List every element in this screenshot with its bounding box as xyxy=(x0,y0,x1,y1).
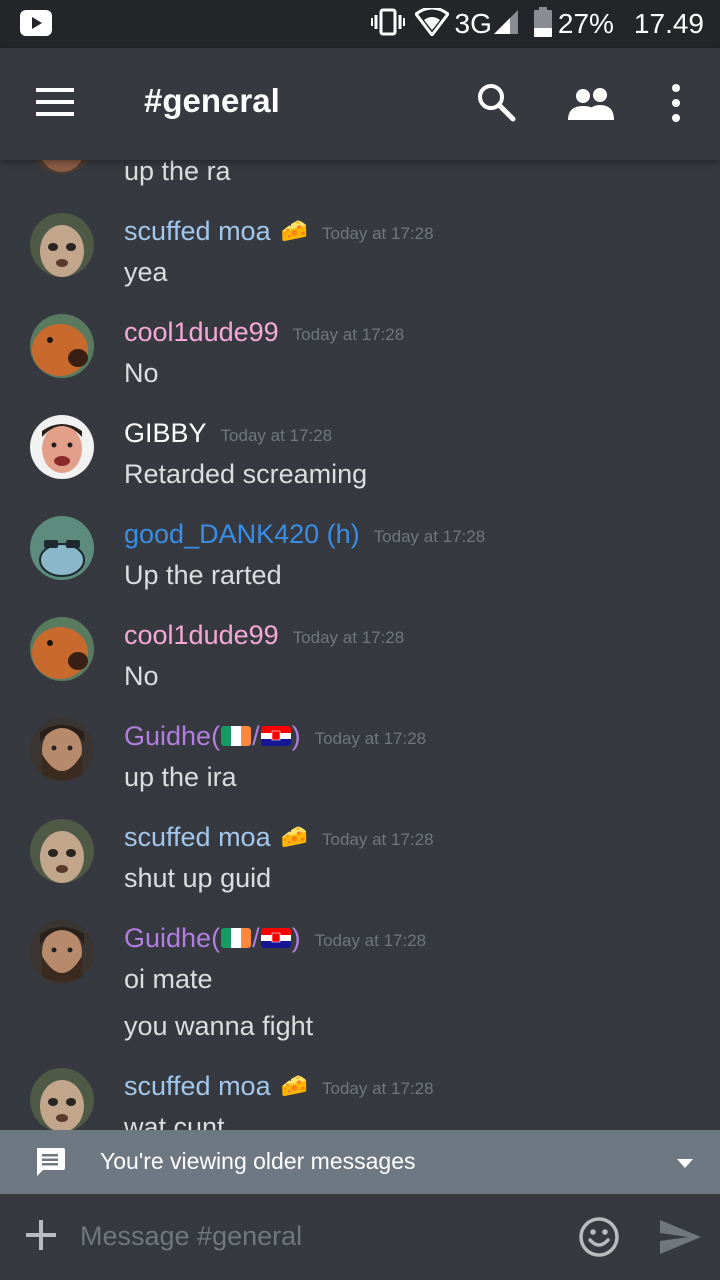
message-text: Up the rarted xyxy=(124,560,282,590)
username[interactable]: scuffed moa xyxy=(124,1071,271,1102)
search-icon[interactable] xyxy=(476,82,516,122)
message: scuffed moa 🧀 Today at 17:28 wat cunt xyxy=(0,1068,720,1130)
message-text: up the ira xyxy=(124,762,237,792)
message-text: wat cunt xyxy=(124,1112,225,1130)
channel-header: #general xyxy=(0,48,720,160)
message-input[interactable] xyxy=(80,1216,560,1256)
message-text: No xyxy=(124,358,159,388)
cheese-emoji: 🧀 xyxy=(280,824,308,850)
timestamp: Today at 17:28 xyxy=(322,830,434,849)
username[interactable]: scuffed moa xyxy=(124,822,271,853)
avatar[interactable] xyxy=(30,819,94,883)
battery-icon xyxy=(533,7,552,41)
avatar[interactable] xyxy=(30,920,94,984)
message-text: shut up guid xyxy=(124,863,272,893)
avatar[interactable] xyxy=(30,617,94,681)
username-prefix: Guidhe( xyxy=(124,720,221,751)
youtube-icon xyxy=(20,10,52,40)
chat-bubble-icon xyxy=(34,1146,66,1182)
username[interactable]: cool1dude99 xyxy=(124,317,279,348)
avatar[interactable] xyxy=(30,415,94,479)
avatar[interactable] xyxy=(30,516,94,580)
message-composer xyxy=(0,1194,720,1280)
older-messages-banner[interactable]: You're viewing older messages xyxy=(0,1130,720,1194)
username-suffix: ) xyxy=(291,720,301,751)
add-attachment-icon[interactable] xyxy=(24,1218,58,1252)
timestamp: Today at 17:28 xyxy=(314,931,427,950)
network-type: 3G xyxy=(454,8,492,39)
message-text: up the ra xyxy=(124,160,231,186)
timestamp: Today at 17:28 xyxy=(322,224,434,243)
message: scuffed moa 🧀 Today at 17:28 shut up gui… xyxy=(0,819,720,920)
signal-icon xyxy=(492,8,520,40)
message: Guidhe( / ) Today at 17:28 oi mate you w… xyxy=(0,920,720,1068)
message: cool1dude99 Today at 17:28 No xyxy=(0,617,720,718)
status-bar: 3G 27% 17.49 xyxy=(0,0,720,48)
timestamp: Today at 17:28 xyxy=(314,729,427,748)
timestamp: Today at 17:28 xyxy=(292,628,405,647)
username-separator: / xyxy=(252,720,260,751)
cheese-emoji: 🧀 xyxy=(280,218,308,244)
username[interactable]: scuffed moa xyxy=(124,216,271,247)
timestamp: Today at 17:28 xyxy=(292,325,405,344)
clock: 17.49 xyxy=(633,8,704,39)
message-text: No xyxy=(124,661,159,691)
username[interactable]: Guidhe( / ) Today at 17:28 xyxy=(124,718,426,754)
message: scuffed moa 🧀 Today at 17:28 yea xyxy=(0,213,720,314)
members-icon[interactable] xyxy=(568,86,616,120)
message: GIBBY Today at 17:28 Retarded screaming xyxy=(0,415,720,516)
username-prefix: Guidhe( xyxy=(124,922,221,953)
message-text: oi mate xyxy=(124,964,213,994)
wifi-icon xyxy=(414,6,450,40)
message-text: Retarded screaming xyxy=(124,459,368,489)
emoji-icon[interactable] xyxy=(578,1216,620,1258)
timestamp: Today at 17:28 xyxy=(373,527,486,546)
message: up the ra xyxy=(0,160,720,213)
message: good_DANK420 (h) Today at 17:28 Up the r… xyxy=(0,516,720,617)
username[interactable]: good_DANK420 (h) xyxy=(124,519,360,550)
avatar[interactable] xyxy=(30,314,94,378)
timestamp: Today at 17:28 xyxy=(322,1079,434,1098)
send-icon[interactable] xyxy=(658,1218,702,1256)
channel-title: #general xyxy=(144,82,280,119)
avatar[interactable] xyxy=(30,160,94,174)
more-vert-icon[interactable] xyxy=(666,82,686,124)
avatar[interactable] xyxy=(30,718,94,782)
message: cool1dude99 Today at 17:28 No xyxy=(0,314,720,415)
message: Guidhe( / ) Today at 17:28 up the ira xyxy=(0,718,720,819)
ireland-flag xyxy=(221,726,252,746)
username-suffix: ) xyxy=(291,922,301,953)
avatar[interactable] xyxy=(30,1068,94,1130)
message-list[interactable]: up the ra scuffed moa 🧀 Today at 17:28 y… xyxy=(0,160,720,1130)
message-text: you wanna fight xyxy=(124,1011,314,1041)
message-text: yea xyxy=(124,257,168,287)
battery-percent: 27% xyxy=(557,8,614,39)
ireland-flag xyxy=(221,928,252,948)
avatar[interactable] xyxy=(30,213,94,277)
croatia-flag xyxy=(260,928,291,948)
menu-icon[interactable] xyxy=(36,86,76,118)
username[interactable]: cool1dude99 xyxy=(124,620,279,651)
cheese-emoji: 🧀 xyxy=(280,1073,308,1099)
username-separator: / xyxy=(252,922,260,953)
older-messages-text: You're viewing older messages xyxy=(100,1148,416,1174)
jump-down-icon[interactable] xyxy=(676,1154,694,1173)
croatia-flag xyxy=(260,726,291,746)
username[interactable]: GIBBY xyxy=(124,418,207,449)
timestamp: Today at 17:28 xyxy=(220,426,333,445)
vibrate-icon xyxy=(370,8,405,40)
username[interactable]: Guidhe( / ) Today at 17:28 xyxy=(124,920,426,956)
